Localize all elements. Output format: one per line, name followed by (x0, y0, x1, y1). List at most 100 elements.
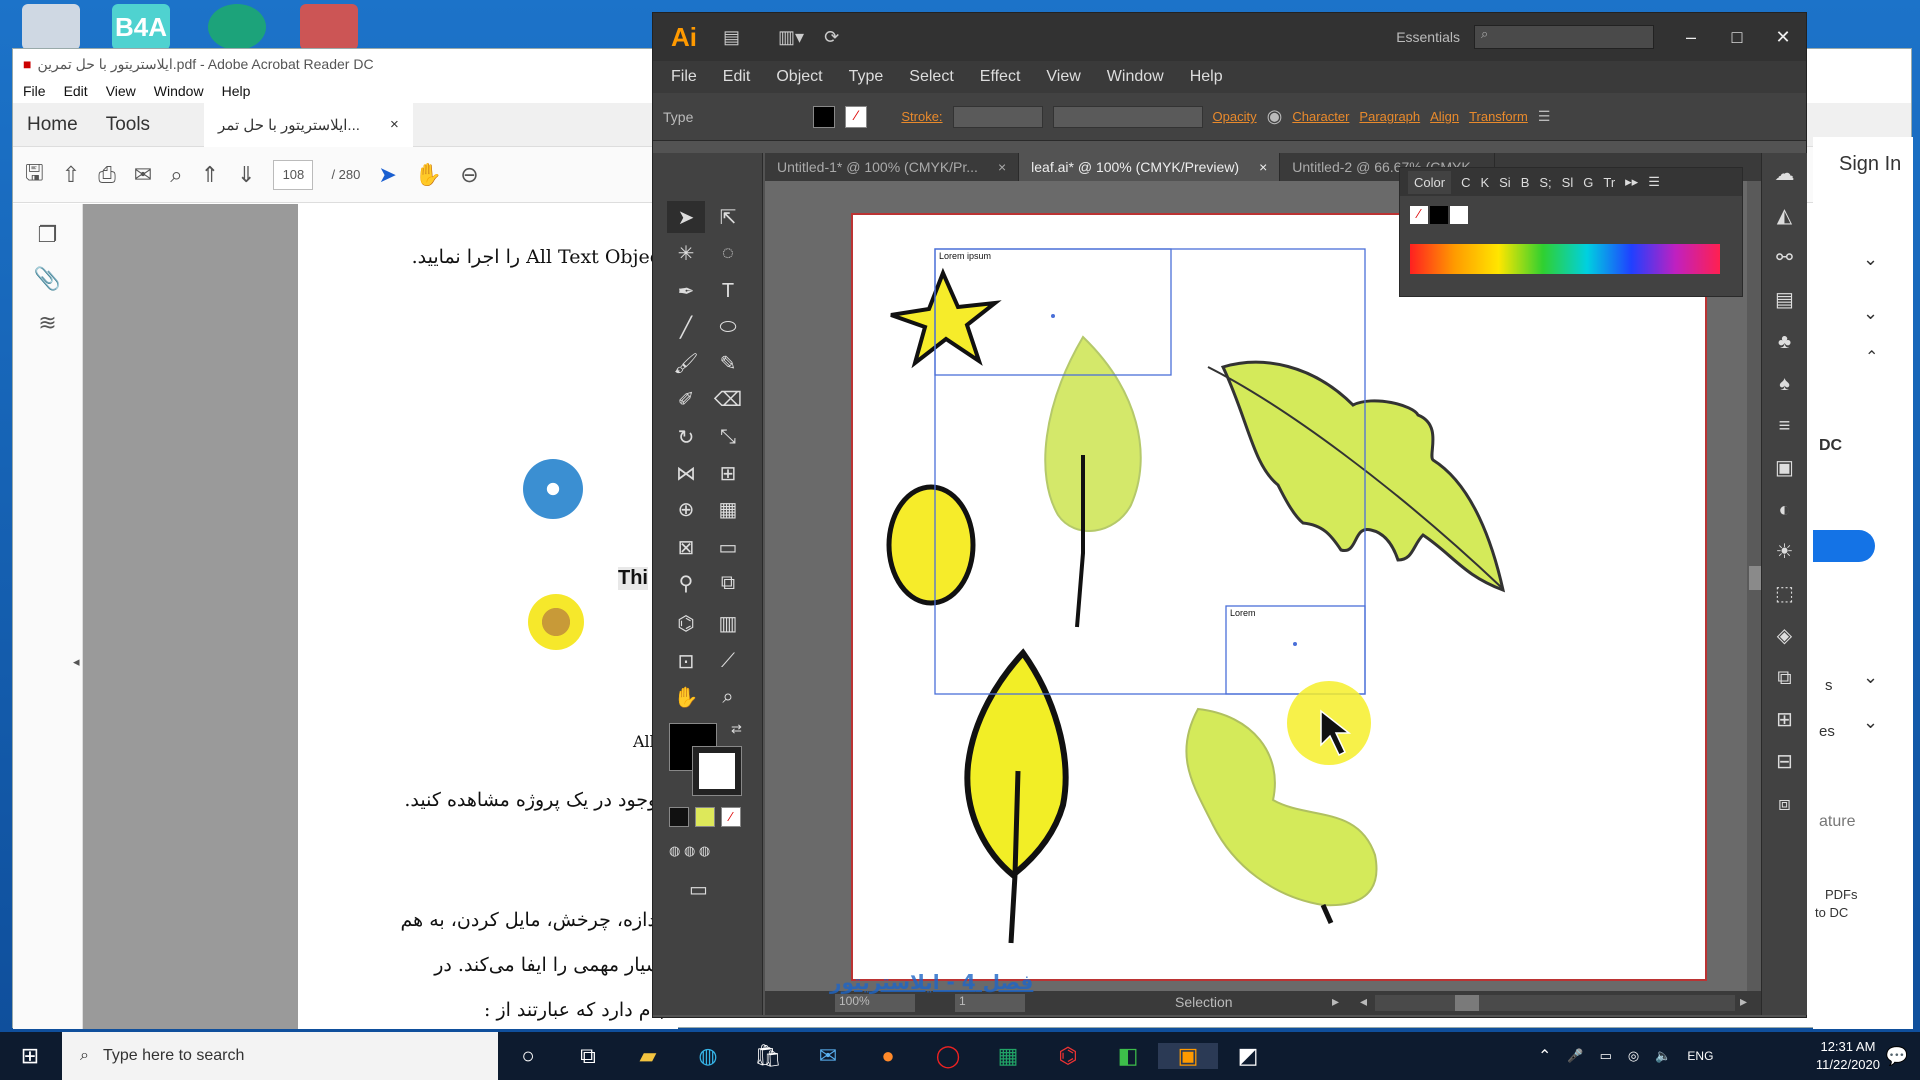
chevron-down-icon[interactable]: ⌄ (1863, 303, 1878, 324)
slice-tool-icon[interactable]: ⟋ (709, 645, 747, 677)
close-tab-icon[interactable]: × (998, 159, 1006, 175)
horizontal-scrollbar[interactable] (1375, 995, 1735, 1011)
menu-view[interactable]: View (1046, 68, 1080, 86)
gradient-panel-icon[interactable]: ▣ (1762, 447, 1807, 489)
graphic-styles-icon[interactable]: ♠ (1762, 363, 1807, 405)
color-mode-none[interactable]: ⁄ (721, 807, 741, 827)
transform-link[interactable]: Transform (1469, 109, 1528, 124)
edge-icon[interactable] (208, 4, 266, 50)
camtasia-icon[interactable]: ◧ (1098, 1043, 1158, 1069)
mesh-tool-icon[interactable]: ⊠ (667, 531, 705, 563)
upload-icon[interactable]: ⇧ (62, 162, 80, 188)
menu-window[interactable]: Window (1107, 68, 1164, 86)
align-panel-icon[interactable]: ⊟ (1762, 741, 1807, 783)
store-icon[interactable]: 🛍 (738, 1043, 798, 1069)
color-panel-title[interactable]: Color (1408, 170, 1452, 194)
page-up-icon[interactable]: ⇑ (201, 162, 219, 188)
canvas-area[interactable]: Lorem ipsum Lorem (765, 181, 1765, 991)
white-swatch[interactable] (1450, 206, 1468, 224)
firefox-icon[interactable]: ● (858, 1043, 918, 1069)
chevron-down-icon[interactable]: ⌄ (1863, 667, 1878, 688)
selection-tool-icon[interactable]: ➤ (667, 201, 705, 233)
mail-icon[interactable]: ✉ (798, 1043, 858, 1069)
blend-tool-icon[interactable]: ⧉ (709, 567, 747, 599)
character-link[interactable]: Character (1292, 109, 1349, 124)
menu-edit[interactable]: Edit (64, 83, 88, 99)
search-icon[interactable]: ⌕ (170, 162, 182, 188)
menu-edit[interactable]: Edit (723, 68, 751, 86)
scroll-right-icon[interactable]: ▸ (1740, 993, 1747, 1010)
select-cursor-icon[interactable]: ➤ (378, 162, 396, 188)
start-button[interactable]: ⊞ (0, 1043, 60, 1069)
magic-wand-tool-icon[interactable]: ✳ (667, 237, 705, 269)
column-graph-tool-icon[interactable]: ▥ (709, 607, 747, 639)
bridge-icon[interactable]: ▤ (723, 27, 740, 48)
lasso-tool-icon[interactable]: ◌ (709, 237, 747, 269)
artboards-panel-icon[interactable]: ⧉ (1762, 657, 1807, 699)
paragraph-link[interactable]: Paragraph (1359, 109, 1420, 124)
expand-panels-icon[interactable]: ▸▸ (1625, 174, 1638, 190)
current-tool-status[interactable]: Selection (1175, 994, 1233, 1010)
hand-tool-icon[interactable]: ✋ (667, 681, 705, 713)
shape-builder-tool-icon[interactable]: ⊕ (667, 493, 705, 525)
layers-icon[interactable]: ≋ (13, 310, 82, 336)
color-panel-tab[interactable]: G (1583, 175, 1593, 190)
print-icon[interactable]: ⎙ (98, 162, 116, 188)
battery-icon[interactable]: ▭ (1600, 1048, 1612, 1064)
text-frame-1[interactable]: Lorem ipsum (939, 251, 991, 261)
color-mode-gradient[interactable] (695, 807, 715, 827)
color-spectrum[interactable] (1410, 244, 1720, 274)
arrange-documents-icon[interactable]: ▥▾ (778, 27, 804, 48)
help-search-input[interactable]: ⌕ (1474, 25, 1654, 49)
system-tray-chevron-icon[interactable]: ⌃ (1538, 1046, 1551, 1066)
rotate-tool-icon[interactable]: ↻ (667, 421, 705, 453)
color-panel-tab[interactable]: C (1461, 175, 1470, 190)
b4a-icon[interactable]: B4A (112, 4, 170, 50)
page-down-icon[interactable]: ⇓ (237, 162, 255, 188)
edge-icon[interactable]: ◍ (678, 1043, 738, 1069)
layers-panel-icon[interactable]: ◈ (1762, 615, 1807, 657)
workspace-switcher[interactable]: Essentials (1396, 29, 1460, 45)
zoom-level-input[interactable]: 100% (835, 994, 915, 1012)
scroll-left-icon[interactable]: ◂ (1360, 993, 1367, 1010)
export-panel-icon[interactable]: ⬚ (1762, 573, 1807, 615)
acrobat-icon[interactable]: ⌬ (1038, 1043, 1098, 1069)
width-tool-icon[interactable]: ⋈ (667, 457, 705, 489)
microphone-icon[interactable]: 🎤 (1567, 1048, 1583, 1064)
tab-tools[interactable]: Tools (92, 114, 164, 136)
maximize-button[interactable]: □ (1714, 27, 1760, 48)
direct-selection-tool-icon[interactable]: ⇱ (709, 201, 747, 233)
opacity-link[interactable]: Opacity (1213, 109, 1257, 124)
illustrator-taskbar-icon[interactable]: ▣ (1158, 1043, 1218, 1069)
libraries-icon[interactable]: ☁ (1762, 153, 1807, 195)
zoom-out-icon[interactable]: ⊖ (460, 162, 478, 188)
document-tab[interactable]: ایلاستریتور با حل تمر... × (204, 102, 413, 147)
pages-icon[interactable]: ❐ (13, 222, 82, 248)
artboard-tool-icon[interactable]: ⊡ (667, 645, 705, 677)
text-frame-2[interactable]: Lorem (1230, 608, 1256, 618)
pencil-tool-icon[interactable]: ✎ (709, 347, 747, 379)
pathfinder-panel-icon[interactable]: ⧈ (1762, 783, 1807, 825)
stroke-color-swatch[interactable] (692, 746, 742, 796)
hand-icon[interactable]: ✋ (415, 162, 442, 188)
status-arrow-icon[interactable]: ▸ (1332, 993, 1339, 1010)
properties-icon[interactable]: ◭ (1762, 195, 1807, 237)
chevron-up-icon[interactable]: ⌃ (1865, 347, 1878, 367)
taskbar-search[interactable]: ⌕ Type here to search (62, 1032, 498, 1080)
type-tool-icon[interactable]: T (709, 275, 747, 307)
file-explorer-icon[interactable]: ▰ (618, 1043, 678, 1069)
paintbrush-tool-icon[interactable]: 🖌 (667, 347, 705, 379)
ellipse-shape[interactable] (886, 484, 976, 606)
close-tab-icon[interactable]: × (390, 116, 399, 133)
stroke-panel-icon[interactable]: ≡ (1762, 405, 1807, 447)
black-swatch[interactable] (1430, 206, 1448, 224)
close-tab-icon[interactable]: × (1259, 159, 1267, 175)
color-panel-tab[interactable]: B (1521, 175, 1530, 190)
app-icon[interactable] (300, 4, 358, 50)
menu-window[interactable]: Window (154, 83, 204, 99)
chevron-down-icon[interactable]: ⌄ (1863, 249, 1878, 270)
ellipse-tool-icon[interactable]: ⬭ (709, 311, 747, 343)
fill-swatch[interactable] (813, 105, 836, 128)
free-transform-tool-icon[interactable]: ⊞ (709, 457, 747, 489)
perspective-grid-tool-icon[interactable]: ▦ (709, 493, 747, 525)
